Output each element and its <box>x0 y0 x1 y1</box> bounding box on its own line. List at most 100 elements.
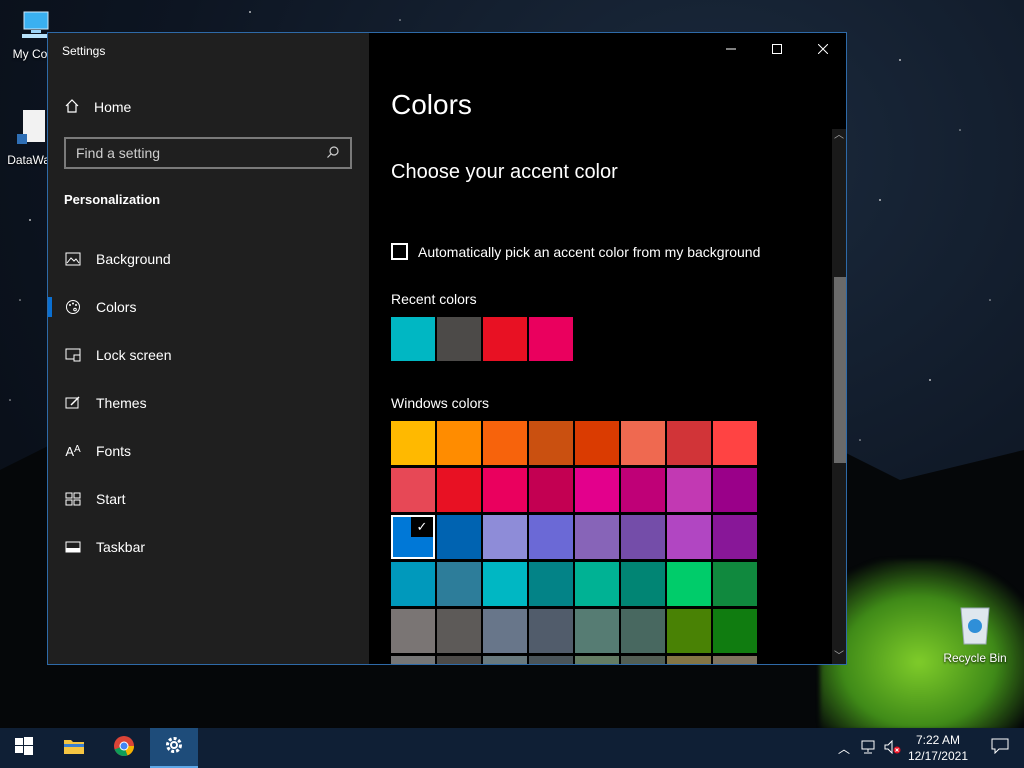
windows-color-swatch[interactable] <box>437 609 481 653</box>
desktop-icon-label: Recycle Bin <box>943 651 1007 665</box>
background-icon <box>64 252 82 266</box>
close-button[interactable] <box>800 33 846 67</box>
windows-color-swatch[interactable] <box>483 562 527 606</box>
sidebar-item-label: Colors <box>96 299 137 315</box>
windows-color-swatch[interactable] <box>437 515 481 559</box>
windows-color-swatch[interactable] <box>483 609 527 653</box>
windows-color-swatch[interactable] <box>667 609 711 653</box>
maximize-button[interactable] <box>754 33 800 67</box>
windows-color-swatch[interactable] <box>483 468 527 512</box>
desktop-icon-recycle-bin[interactable]: Recycle Bin <box>940 600 1010 665</box>
windows-color-swatch[interactable] <box>621 515 665 559</box>
windows-color-swatch[interactable] <box>483 656 527 664</box>
windows-color-swatch[interactable] <box>575 562 619 606</box>
windows-color-swatch[interactable] <box>713 468 757 512</box>
page-title: Colors <box>391 89 472 120</box>
windows-color-swatch[interactable] <box>713 562 757 606</box>
windows-color-swatch[interactable] <box>575 421 619 465</box>
sidebar-item-start[interactable]: Start <box>48 479 369 519</box>
file-explorer-button[interactable] <box>50 728 98 768</box>
taskbar: ︿ 7:22 AM 12/17/2021 <box>0 728 1024 768</box>
windows-color-swatch[interactable] <box>621 609 665 653</box>
recent-color-swatch[interactable] <box>391 317 435 361</box>
windows-color-swatch[interactable] <box>437 562 481 606</box>
windows-color-swatch[interactable] <box>391 421 435 465</box>
action-center-button[interactable] <box>984 728 1016 768</box>
gear-icon <box>164 735 184 760</box>
minimize-button[interactable] <box>708 33 754 67</box>
recent-color-swatch[interactable] <box>437 317 481 361</box>
recent-color-swatch[interactable] <box>529 317 573 361</box>
windows-color-swatch[interactable] <box>391 468 435 512</box>
windows-color-swatch[interactable] <box>621 656 665 664</box>
sidebar-item-themes[interactable]: Themes <box>48 383 369 423</box>
windows-color-swatch[interactable] <box>667 468 711 512</box>
windows-color-swatch[interactable] <box>575 468 619 512</box>
clock-date: 12/17/2021 <box>907 749 968 763</box>
windows-color-swatch[interactable] <box>529 656 573 664</box>
windows-color-swatch[interactable] <box>529 468 573 512</box>
settings-window: Home Find a setting Personalization Back… <box>47 32 847 665</box>
windows-color-swatch[interactable] <box>391 562 435 606</box>
sidebar-item-background[interactable]: Background <box>48 239 369 279</box>
clock[interactable]: 7:22 AM 12/17/2021 <box>908 732 968 764</box>
notification-icon <box>991 738 1009 759</box>
start-button[interactable] <box>0 728 48 768</box>
close-icon <box>817 41 829 59</box>
sidebar-item-label: Lock screen <box>96 347 172 363</box>
search-icon <box>326 145 340 162</box>
windows-color-swatch[interactable] <box>667 421 711 465</box>
sidebar-item-taskbar[interactable]: Taskbar <box>48 527 369 567</box>
windows-color-swatch[interactable] <box>667 656 711 664</box>
windows-color-swatch[interactable] <box>621 562 665 606</box>
sidebar-item-colors[interactable]: Colors <box>48 287 369 327</box>
windows-color-swatch[interactable] <box>667 515 711 559</box>
volume-muted-icon[interactable] <box>884 739 902 757</box>
home-icon <box>64 98 80 117</box>
search-placeholder: Find a setting <box>76 145 161 161</box>
auto-pick-checkbox-row[interactable]: Automatically pick an accent color from … <box>391 243 760 260</box>
auto-pick-checkbox[interactable] <box>391 243 408 260</box>
windows-color-swatch[interactable] <box>483 421 527 465</box>
windows-color-swatch[interactable] <box>713 515 757 559</box>
windows-color-swatch[interactable] <box>575 656 619 664</box>
recent-color-swatch[interactable] <box>483 317 527 361</box>
scroll-down-icon[interactable]: ﹀ <box>832 650 846 664</box>
windows-color-swatch[interactable] <box>529 515 573 559</box>
sidebar-item-lock-screen[interactable]: Lock screen <box>48 335 369 375</box>
title-bar[interactable]: Settings <box>48 33 846 67</box>
windows-color-swatch[interactable] <box>575 609 619 653</box>
windows-color-swatch[interactable] <box>437 421 481 465</box>
windows-color-swatch[interactable] <box>529 562 573 606</box>
scroll-up-icon[interactable]: ︿ <box>832 129 846 143</box>
settings-taskbar-button[interactable] <box>150 728 198 768</box>
nav-home[interactable]: Home <box>64 97 131 117</box>
windows-color-swatch[interactable] <box>529 609 573 653</box>
windows-color-swatch[interactable] <box>621 421 665 465</box>
windows-color-swatch[interactable] <box>713 421 757 465</box>
windows-color-swatch[interactable] <box>483 515 527 559</box>
scrollbar-thumb[interactable] <box>834 277 846 463</box>
chevron-up-icon[interactable]: ︿ <box>838 740 850 757</box>
windows-color-swatch[interactable] <box>621 468 665 512</box>
themes-icon <box>64 396 82 410</box>
windows-color-swatch[interactable] <box>667 562 711 606</box>
network-icon[interactable] <box>860 740 876 757</box>
maximize-icon <box>772 41 782 59</box>
scrollbar[interactable]: ︿ ﹀ <box>832 129 846 664</box>
section-heading: Personalization <box>64 192 161 207</box>
recycle-bin-icon <box>940 600 1010 649</box>
windows-color-swatch[interactable] <box>713 609 757 653</box>
auto-pick-label: Automatically pick an accent color from … <box>418 243 761 260</box>
windows-color-swatch[interactable] <box>437 656 481 664</box>
windows-color-swatch[interactable] <box>575 515 619 559</box>
windows-color-swatch[interactable]: ✓ <box>391 515 435 559</box>
chrome-button[interactable] <box>100 728 148 768</box>
search-input[interactable]: Find a setting <box>64 137 352 169</box>
windows-color-swatch[interactable] <box>529 421 573 465</box>
windows-color-swatch[interactable] <box>391 656 435 664</box>
windows-color-swatch[interactable] <box>391 609 435 653</box>
windows-color-swatch[interactable] <box>437 468 481 512</box>
sidebar-item-fonts[interactable]: AA Fonts <box>48 431 369 471</box>
windows-color-swatch[interactable] <box>713 656 757 664</box>
